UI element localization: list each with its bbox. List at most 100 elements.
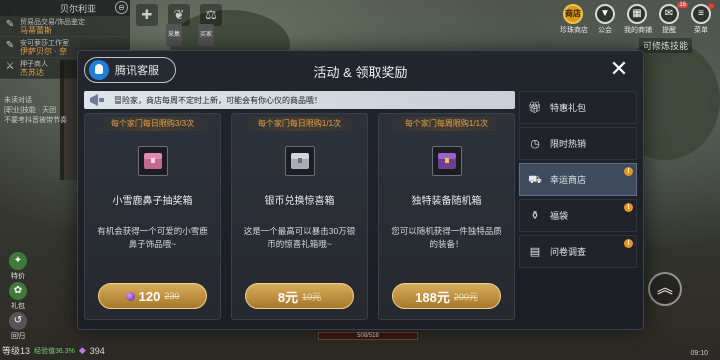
quest-item[interactable]: ✎ 贸易品交易/饰品鉴定 马蒂蕾斯	[0, 16, 130, 37]
region-name: 贝尔利亚	[60, 3, 97, 14]
special-offer-button[interactable]: ✦ 特价	[6, 252, 30, 281]
pearl-icon	[125, 291, 135, 301]
gift-pack-label: 礼包	[11, 303, 25, 310]
collapse-icon[interactable]: ⊖	[115, 1, 128, 14]
silver-chest-icon	[285, 146, 315, 176]
hp-bar: 508/518	[318, 332, 418, 340]
gather-label: 采集	[166, 24, 183, 46]
events-rewards-dialog: 腾讯客服 活动 & 领取奖励 ✕ 冒险家，商店每周不定时上新，可能会有你心仪的商…	[77, 50, 644, 330]
purchase-limit: 每个家门每日限购3/3次	[93, 117, 212, 131]
jump-up-icon[interactable]: ︽	[648, 272, 682, 306]
quest-title: 押子商人	[20, 61, 48, 68]
dialog-title: 活动 & 领取奖励	[313, 65, 408, 80]
gift-box-icon: 🎁︎	[528, 101, 542, 114]
purchase-limit: 每个家门每周限购1/1次	[387, 117, 506, 131]
chat-window[interactable]: 未读对话 [职业]技能 · 天团 不要考抖音被带节奏	[4, 96, 80, 126]
quest-title: 贸易品交易/饰品鉴定	[20, 19, 85, 26]
bottom-status-bar: 等级13 经验值36.3% ◆ 394 09:10	[0, 342, 720, 360]
original-price: 10元	[302, 291, 322, 302]
quest-npc: 马蒂蕾斯	[20, 26, 52, 35]
shop-card[interactable]: 每个家门每日限购3/3次 小雪鹿鼻子抽奖箱 有机会获得一个可爱的小雪鹿鼻子饰品哦…	[84, 113, 221, 320]
tab-label: 福袋	[550, 211, 569, 221]
guild-button[interactable]: ▼ 公会	[592, 4, 618, 35]
menu-button[interactable]: ≡ 菜单	[688, 3, 714, 35]
megaphone-icon	[90, 94, 104, 106]
buyer-label: 买家	[198, 24, 215, 46]
gem-count: 394	[89, 345, 105, 356]
chat-line: [职业]技能 · 天团	[4, 107, 57, 114]
guild-icon: ▼	[595, 4, 615, 24]
tab-survey[interactable]: ▤ 问卷调查 !	[519, 235, 637, 268]
tab-lucky-bag[interactable]: ⚱ 福袋 !	[519, 199, 637, 232]
tab-lucky-shop[interactable]: ⛟ 幸运商店 !	[519, 163, 637, 196]
tab-limited-hot[interactable]: ◷ 限时热销	[519, 127, 637, 160]
tab-label: 特惠礼包	[550, 103, 587, 113]
lucky-bag-icon: ⚱	[530, 209, 540, 222]
tab-label: 限时热销	[550, 139, 587, 149]
exp-text: 经验值36.3%	[34, 347, 75, 355]
mail-icon: ✉	[659, 4, 679, 24]
pink-chest-icon	[138, 146, 168, 176]
quest-npc: 杰苏达	[20, 68, 44, 77]
region-bar[interactable]: 贝尔利亚 ⊖	[0, 0, 130, 16]
pearl-shop-button[interactable]: 商店 珍珠商店	[560, 4, 588, 35]
alert-badge: !	[624, 239, 633, 248]
gem-icon: ◆	[78, 345, 86, 355]
gift-icon: ✿	[9, 282, 27, 300]
gift-pack-button[interactable]: ✿ 礼包	[6, 282, 30, 311]
alert-badge: !	[624, 167, 633, 176]
alert-badge: !	[624, 203, 633, 212]
bag-icon[interactable]: ⚖ 买家	[198, 4, 222, 46]
my-shop-label: 我的商铺	[624, 27, 652, 34]
trainable-skills-button[interactable]: 可修炼技能	[638, 38, 692, 53]
chat-line: 未读对话	[4, 97, 32, 104]
notification-label: 提醒	[662, 27, 676, 34]
notification-button[interactable]: ✉ 16 提醒	[656, 2, 688, 35]
leaf-icon[interactable]: ❦ 采集	[166, 4, 190, 46]
clock-text: 09:10	[690, 350, 708, 357]
level-text: 等级13	[2, 346, 31, 356]
tab-special-packs[interactable]: 🎁︎ 特惠礼包	[519, 91, 637, 124]
quest-title: 安可萝莎工作室	[20, 40, 69, 47]
close-icon[interactable]: ✕	[609, 57, 629, 81]
item-description: 这是一个最高可以暴击30万银币的惊喜礼箱哦~	[243, 226, 356, 249]
scroll-icon: ✎	[5, 40, 15, 51]
alert-dot	[708, 3, 714, 9]
gift-icon[interactable]: ✚	[136, 4, 158, 26]
lucky-shop-icon: ⛟	[528, 173, 542, 186]
clock-icon: ◷	[530, 137, 540, 150]
my-shop-button[interactable]: ▦ 我的商铺	[624, 4, 652, 35]
return-icon: ↺	[9, 312, 27, 330]
level-info: 等级13 经验值36.3% ◆ 394	[2, 344, 105, 357]
shop-card[interactable]: 每个家门每日限购1/1次 银币兑换惊喜箱 这是一个最高可以暴击30万银币的惊喜礼…	[231, 113, 368, 320]
return-label: 回归	[11, 333, 25, 340]
quest-npc: 伊萨贝尔 · 奈	[20, 47, 68, 56]
buy-button[interactable]: 8元 10元	[245, 283, 354, 309]
dialog-header: 腾讯客服 活动 & 领取奖励 ✕	[78, 51, 643, 89]
buy-button[interactable]: 188元 200元	[392, 283, 501, 309]
current-price: 120	[138, 288, 161, 304]
notice-text: 冒险家，商店每周不定时上新，可能会有你心仪的商品哦！	[114, 95, 322, 105]
current-price: 8元	[277, 289, 299, 305]
item-name: 独特装备随机箱	[411, 196, 482, 207]
guild-label: 公会	[598, 27, 612, 34]
tab-label: 幸运商店	[550, 175, 587, 185]
purchase-limit: 每个家门每日限购1/1次	[240, 117, 359, 131]
shop-card[interactable]: 每个家门每周限购1/1次 独特装备随机箱 您可以随机获得一件独特品质的装备！ 1…	[378, 113, 515, 320]
chat-line: 不要考抖音被带节奏	[4, 117, 67, 124]
current-price: 188元	[415, 289, 450, 305]
pearl-shop-icon: 商店	[563, 4, 583, 24]
return-button[interactable]: ↺ 回归	[6, 312, 30, 341]
notification-count: 16	[677, 2, 688, 8]
category-tabs: 🎁︎ 特惠礼包 ◷ 限时热销 ⛟ 幸运商店 ! ⚱ 福袋 ! ▤ 问卷调查 !	[519, 91, 637, 271]
scroll-icon: ✎	[5, 19, 15, 30]
pearl-shop-label: 珍珠商店	[560, 27, 588, 34]
buy-button[interactable]: 120 230	[98, 283, 207, 309]
original-price: 230	[164, 291, 180, 301]
shop-card-list: 每个家门每日限购3/3次 小雪鹿鼻子抽奖箱 有机会获得一个可爱的小雪鹿鼻子饰品哦…	[84, 113, 515, 320]
shop-icon: ▦	[627, 4, 647, 24]
original-price: 200元	[453, 291, 478, 302]
purple-chest-icon	[432, 146, 462, 176]
tag-icon: ✦	[9, 252, 27, 270]
tab-label: 问卷调查	[550, 247, 587, 257]
